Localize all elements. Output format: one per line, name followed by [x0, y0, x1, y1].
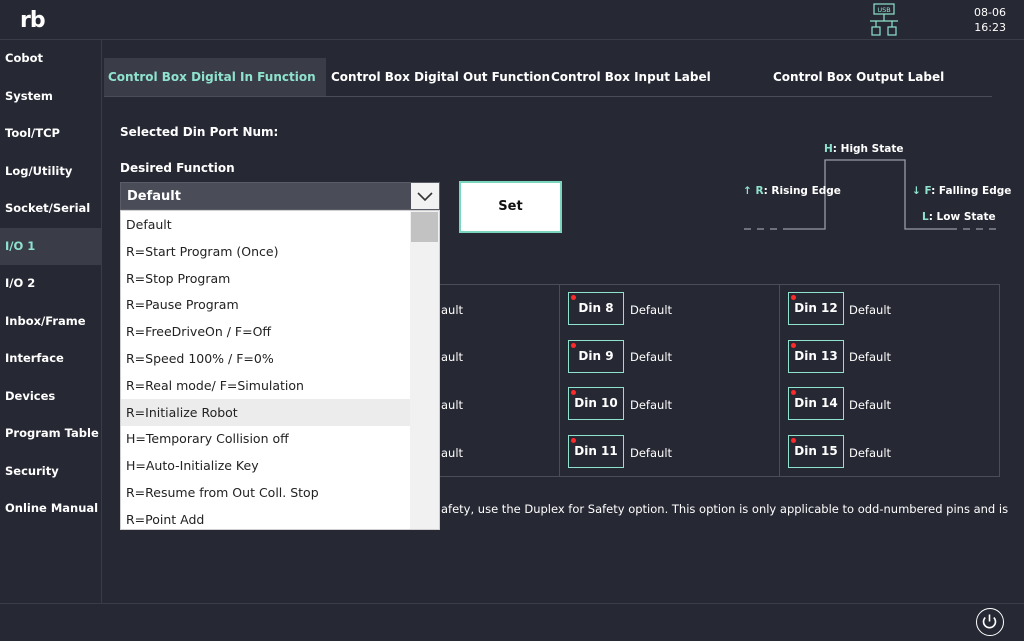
time-text: 16:23	[974, 21, 1006, 34]
status-dot	[571, 438, 576, 443]
status-dot	[791, 343, 796, 348]
duplex-note: afety, use the Duplex for Safety option.…	[441, 502, 1009, 516]
signal-edge-diagram: H: High State ↑ R: Rising Edge ↓ F: Fall…	[740, 140, 1011, 240]
grid-divider	[779, 284, 780, 477]
din-11-function: Default	[630, 446, 673, 460]
din-13-button[interactable]: Din 13	[788, 340, 844, 373]
din-10-button[interactable]: Din 10	[568, 387, 624, 420]
dropdown-option-highlighted[interactable]: R=Initialize Robot	[121, 398, 411, 426]
selected-port-label: Selected Din Port Num:	[120, 125, 279, 139]
low-state-label: L: Low State	[922, 211, 996, 223]
status-dot	[571, 390, 576, 395]
dropdown-option[interactable]: R=Point Add	[121, 506, 411, 529]
din-function-partial: ault	[441, 446, 464, 460]
top-bar: rb USB 08-06 16:23	[0, 0, 1024, 40]
status-dot	[791, 390, 796, 395]
dropdown-option[interactable]: H=Auto-Initialize Key	[121, 452, 411, 479]
sidebar-item-tool-tcp[interactable]: Tool/TCP	[0, 115, 101, 152]
date-text: 08-06	[974, 6, 1006, 19]
dropdown-scrollbar[interactable]	[410, 211, 439, 529]
tab-input-label[interactable]: Control Box Input Label	[551, 58, 711, 96]
sidebar: Cobot System Tool/TCP Log/Utility Socket…	[0, 40, 102, 603]
sidebar-item-inbox-frame[interactable]: Inbox/Frame	[0, 303, 101, 340]
dropdown-option[interactable]: H=Temporary Collision off	[121, 425, 411, 452]
high-state-label: H: High State	[824, 143, 904, 155]
status-dot	[791, 295, 796, 300]
bottom-bar	[0, 603, 1024, 641]
din-15-button[interactable]: Din 15	[788, 435, 844, 468]
sidebar-item-security[interactable]: Security	[0, 453, 101, 490]
tab-output-label[interactable]: Control Box Output Label	[773, 58, 944, 96]
din-10-function: Default	[630, 398, 673, 412]
status-dot	[571, 295, 576, 300]
din-function-partial: ault	[441, 303, 464, 317]
tab-digital-in-function[interactable]: Control Box Digital In Function	[104, 58, 326, 96]
sidebar-item-devices[interactable]: Devices	[0, 378, 101, 415]
din-function-partial: ault	[441, 398, 464, 412]
function-dropdown-list: Default R=Start Program (Once) R=Stop Pr…	[120, 210, 440, 530]
sidebar-item-online-manual[interactable]: Online Manual	[0, 490, 101, 527]
dropdown-option[interactable]: R=Real mode/ F=Simulation	[121, 372, 411, 399]
usb-label: USB	[877, 6, 890, 14]
sidebar-item-log-utility[interactable]: Log/Utility	[0, 153, 101, 190]
status-dot	[571, 343, 576, 348]
falling-edge-label: ↓ F: Falling Edge	[912, 185, 1012, 197]
sidebar-item-socket-serial[interactable]: Socket/Serial	[0, 190, 101, 227]
dropdown-option[interactable]: R=Resume from Out Coll. Stop	[121, 479, 411, 506]
chevron-down-icon[interactable]	[411, 183, 439, 209]
grid-divider	[559, 284, 560, 477]
set-button[interactable]: Set	[459, 181, 562, 233]
din-11-button[interactable]: Din 11	[568, 435, 624, 468]
function-select[interactable]: Default	[120, 182, 440, 210]
dropdown-option[interactable]: Default	[121, 211, 411, 238]
din-12-button[interactable]: Din 12	[788, 292, 844, 325]
din-15-function: Default	[849, 446, 892, 460]
sidebar-item-system[interactable]: System	[0, 78, 101, 115]
din-function-partial: ault	[441, 350, 464, 364]
dropdown-option[interactable]: R=Start Program (Once)	[121, 238, 411, 265]
usb-network-icon: USB	[870, 3, 898, 36]
din-9-function: Default	[630, 350, 673, 364]
dropdown-option[interactable]: R=Stop Program	[121, 265, 411, 292]
din-8-button[interactable]: Din 8	[568, 292, 624, 325]
date-time: 08-06 16:23	[974, 5, 1006, 35]
din-9-button[interactable]: Din 9	[568, 340, 624, 373]
dropdown-option[interactable]: R=FreeDriveOn / F=Off	[121, 318, 411, 345]
sidebar-item-program-table[interactable]: Program Table	[0, 415, 101, 452]
sidebar-item-io-2[interactable]: I/O 2	[0, 265, 101, 302]
desired-function-label: Desired Function	[120, 161, 235, 175]
scrollbar-thumb[interactable]	[411, 212, 438, 242]
din-8-function: Default	[630, 303, 673, 317]
power-icon[interactable]	[976, 608, 1004, 636]
status-dot	[791, 438, 796, 443]
dropdown-option[interactable]: R=Speed 100% / F=0%	[121, 345, 411, 372]
sidebar-item-io-1[interactable]: I/O 1	[0, 227, 101, 265]
tab-divider	[104, 96, 992, 97]
din-14-button[interactable]: Din 14	[788, 387, 844, 420]
function-select-value: Default	[127, 189, 181, 204]
din-12-function: Default	[849, 303, 892, 317]
dropdown-option[interactable]: R=Pause Program	[121, 291, 411, 318]
tab-digital-out-function[interactable]: Control Box Digital Out Function	[331, 58, 550, 96]
din-14-function: Default	[849, 398, 892, 412]
sidebar-item-cobot[interactable]: Cobot	[0, 40, 101, 77]
din-13-function: Default	[849, 350, 892, 364]
sidebar-item-interface[interactable]: Interface	[0, 340, 101, 377]
rising-edge-label: ↑ R: Rising Edge	[743, 185, 841, 197]
app-logo: rb	[20, 8, 46, 33]
